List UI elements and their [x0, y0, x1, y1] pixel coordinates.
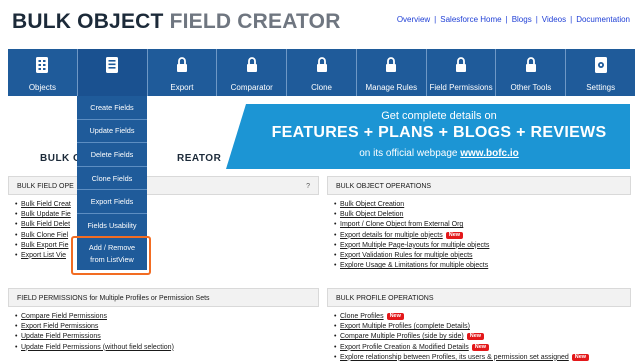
list-item[interactable]: Update Field Permissions [15, 332, 319, 342]
app-title-part1: BULK OBJECT [12, 10, 164, 33]
lock-icon [525, 57, 536, 72]
menu-item-fields-usability[interactable]: Fields Usability [77, 214, 147, 238]
banner-logo-left: BULK O [40, 153, 82, 164]
list-item[interactable]: Import / Clone Object from External Org [334, 220, 631, 230]
list-item[interactable]: Export Multiple Page-layouts for multipl… [334, 241, 631, 251]
panel-header: BULK PROFILE OPERATIONS [327, 288, 631, 307]
new-badge: New [571, 353, 590, 361]
list-item[interactable]: Export Field Permissions [15, 322, 319, 332]
list-item[interactable]: Bulk Update Fie [15, 210, 319, 220]
nav-label: Other Tools [510, 83, 552, 92]
nav-label: Export [170, 83, 194, 92]
nav-settings[interactable]: Settings [566, 49, 635, 96]
app-title-part2: FIELD CREATOR [169, 10, 341, 33]
list-item[interactable]: Clone ProfilesNew [334, 312, 631, 322]
list-item[interactable]: Compare Field Permissions [15, 312, 319, 322]
list-item[interactable]: Bulk Field Delet [15, 220, 319, 230]
nav-label: Manage Rules [365, 83, 418, 92]
list-item[interactable]: Update Field Permissions (without field … [15, 343, 319, 353]
lock-icon [246, 57, 257, 72]
nav-export[interactable]: Export [148, 49, 218, 96]
panel-bulk-object-operations: BULK OBJECT OPERATIONS Bulk Object Creat… [327, 176, 631, 278]
new-badge: New [471, 343, 490, 351]
list-item[interactable]: Bulk Field Creat [15, 200, 319, 210]
help-icon[interactable]: ? [306, 183, 310, 190]
list-item[interactable]: Export details for multiple objectsNew [334, 231, 631, 241]
nav-label: Objects [28, 83, 56, 92]
nav-comparator[interactable]: Comparator [217, 49, 288, 96]
panel-header: BULK OBJECT OPERATIONS [327, 176, 631, 195]
fields-icon [106, 57, 119, 73]
app-title: BULK OBJECT FIELD CREATOR [12, 10, 341, 34]
list-item[interactable]: Bulk Object Deletion [334, 210, 631, 220]
nav-label: Field Permissions [429, 83, 493, 92]
menu-item-export-fields[interactable]: Export Fields [77, 190, 147, 214]
list-item[interactable]: Explore relationship between Profiles, i… [334, 353, 631, 363]
menu-item-clone-fields[interactable]: Clone Fields [77, 167, 147, 191]
new-badge: New [466, 333, 485, 341]
new-badge: New [445, 231, 464, 239]
menu-item-update-fields[interactable]: Update Fields [77, 120, 147, 144]
nav-label: Comparator [230, 83, 273, 92]
list-item[interactable]: Export List Vie [15, 251, 319, 261]
nav-fields[interactable] [77, 49, 148, 96]
list-item[interactable]: Bulk Export Fie [15, 241, 319, 251]
panel-title: BULK OBJECT OPERATIONS [336, 183, 432, 190]
link-videos[interactable]: Videos [542, 15, 566, 24]
menu-item-delete-fields[interactable]: Delete Fields [77, 143, 147, 167]
list-item[interactable]: Bulk Clone Fiel [15, 231, 319, 241]
nav-manage-rules[interactable]: Manage Rules [357, 49, 427, 96]
panel-header: FIELD PERMISSIONS for Multiple Profiles … [8, 288, 319, 307]
panel-title: BULK FIELD OPE [17, 183, 74, 190]
banner-headline: FEATURES + PLANS + BLOGS + REVIEWS [271, 124, 607, 141]
panel-title: FIELD PERMISSIONS for Multiple Profiles … [17, 295, 210, 302]
lock-icon [316, 57, 327, 72]
banner-url-link[interactable]: www.bofc.io [460, 148, 519, 159]
highlight-box [71, 236, 151, 275]
banner-logo-right: REATOR [177, 153, 222, 164]
nav-other-tools[interactable]: Other Tools [496, 49, 567, 96]
list-item[interactable]: Compare Multiple Profiles (side by side)… [334, 332, 631, 343]
panel-field-permissions: FIELD PERMISSIONS for Multiple Profiles … [8, 288, 319, 364]
banner-line1: Get complete details on [381, 110, 497, 122]
list-item[interactable]: Export Validation Rules for multiple obj… [334, 251, 631, 261]
banner-line3-prefix: on its official webpage [359, 148, 458, 159]
top-links: Overview | Salesforce Home | Blogs | Videos… [396, 15, 630, 24]
objects-icon [36, 57, 49, 73]
panel-bulk-field-operations: BULK FIELD OPE ? Bulk Field Creat Bulk U… [8, 176, 319, 278]
list-item[interactable]: Explore Usage & Limitations for multiple… [334, 261, 631, 271]
main-nav: Objects Export Comparator Clone Manage R… [8, 49, 635, 96]
lock-icon [386, 57, 397, 72]
link-overview[interactable]: Overview [397, 15, 430, 24]
lock-icon [176, 57, 187, 72]
nav-label: Clone [311, 83, 332, 92]
link-blogs[interactable]: Blogs [512, 15, 532, 24]
banner-line3: on its official webpage www.bofc.io [254, 148, 624, 159]
settings-icon [594, 57, 607, 73]
panel-title: BULK PROFILE OPERATIONS [336, 295, 434, 302]
nav-objects[interactable]: Objects [8, 49, 78, 96]
panel-header: BULK FIELD OPE ? [8, 176, 319, 195]
nav-label: Settings [586, 83, 616, 92]
nav-field-permissions[interactable]: Field Permissions [427, 49, 497, 96]
link-salesforce-home[interactable]: Salesforce Home [440, 15, 501, 24]
app-root: { "header": { "title_part1": "BULK OBJEC… [0, 0, 640, 364]
nav-clone[interactable]: Clone [287, 49, 357, 96]
lock-icon [456, 57, 467, 72]
list-item[interactable]: Bulk Object Creation [334, 200, 631, 210]
new-badge: New [386, 313, 404, 320]
link-documentation[interactable]: Documentation [576, 15, 630, 24]
list-item[interactable]: Export Profile Creation & Modified Detai… [334, 343, 631, 353]
panel-bulk-profile-operations: BULK PROFILE OPERATIONS Clone ProfilesNe… [327, 288, 631, 364]
list-item[interactable]: Export Multiple Profiles (complete Detai… [334, 322, 631, 332]
menu-item-create-fields[interactable]: Create Fields [77, 96, 147, 120]
